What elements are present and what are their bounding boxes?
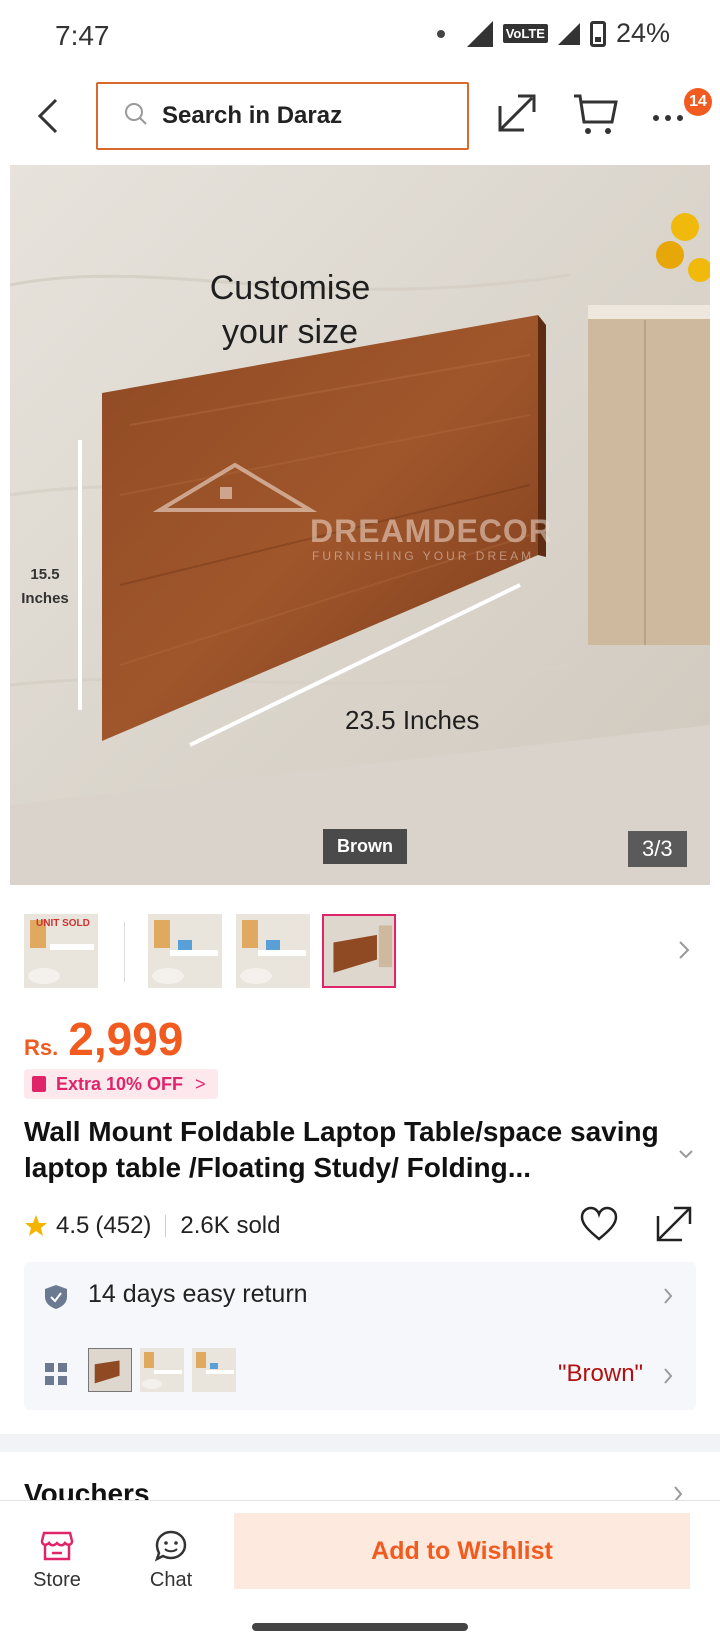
- shield-icon: [45, 1285, 67, 1309]
- search-placeholder: Search in Daraz: [162, 102, 343, 129]
- section-separator: [0, 1434, 720, 1452]
- rating-value: 4.5: [56, 1212, 90, 1239]
- cart-icon: [574, 94, 618, 134]
- image-caption-line2: your size: [221, 313, 359, 351]
- price-value: 2,999: [68, 1013, 184, 1065]
- return-chevron-icon: [664, 1288, 673, 1304]
- store-icon: [40, 1531, 74, 1561]
- image-counter: 3/3: [628, 831, 687, 867]
- image-caption-line1: Customise: [209, 269, 371, 307]
- product-image[interactable]: Customise your size 15.5 Inches DREAMDEC…: [10, 165, 710, 885]
- battery-icon: [589, 20, 606, 47]
- variant-thumbnail-brown[interactable]: [88, 1348, 132, 1392]
- promo-label: Extra 10% OFF: [56, 1073, 184, 1094]
- status-time: 7:47: [55, 20, 110, 51]
- volte-badge: VoLTE: [502, 24, 548, 43]
- price: Rs. 2,999: [24, 1012, 183, 1066]
- width-dimension-label: 23.5 Inches: [345, 705, 480, 735]
- voucher-icon: [32, 1076, 46, 1092]
- status-bar: 7:47 VoLTE 24%: [0, 0, 720, 70]
- add-to-wishlist-button[interactable]: Add to Wishlist: [234, 1513, 690, 1589]
- thumbnail-divider: [124, 922, 125, 982]
- search-bar[interactable]: Search in Daraz: [96, 82, 469, 150]
- chat-icon: [154, 1530, 187, 1562]
- variants-grid-icon: [45, 1363, 67, 1385]
- store-label: Store: [33, 1569, 81, 1591]
- share-button[interactable]: [496, 92, 538, 134]
- rating-divider: [165, 1215, 167, 1237]
- height-dimension-label: 15.5 Inches: [15, 563, 75, 611]
- wishlist-heart-icon[interactable]: [580, 1206, 618, 1242]
- variant-thumbnail-2[interactable]: [140, 1348, 184, 1392]
- rating-row[interactable]: 4.5 (452) 2.6K sold: [24, 1208, 280, 1244]
- variant-chevron-icon: [664, 1368, 673, 1384]
- selected-variant: "Brown": [558, 1360, 644, 1387]
- thumbnail-strip: UNIT SOLD: [0, 912, 720, 992]
- back-button[interactable]: [32, 96, 68, 136]
- product-share-icon[interactable]: [654, 1204, 694, 1244]
- brand-watermark-tagline: FURNISHING YOUR DREAM: [312, 549, 535, 563]
- star-icon: [24, 1214, 48, 1238]
- chat-button[interactable]: Chat: [134, 1529, 208, 1599]
- status-icons: VoLTE 24%: [436, 18, 670, 49]
- store-button[interactable]: Store: [20, 1529, 94, 1599]
- notification-dot-icon: [436, 29, 445, 38]
- share-icon: [498, 94, 536, 132]
- back-arrow-icon: [37, 98, 58, 134]
- height-unit: Inches: [21, 590, 69, 607]
- top-navigation: Search in Daraz: [0, 78, 720, 154]
- thumbnail-badge: UNIT SOLD: [36, 918, 90, 929]
- review-count: (452): [95, 1212, 152, 1239]
- battery-percent: 24%: [615, 18, 670, 48]
- home-indicator[interactable]: [252, 1623, 468, 1631]
- thumbnail-1[interactable]: UNIT SOLD: [24, 914, 98, 988]
- sold-count: 2.6K sold: [180, 1212, 281, 1239]
- thumbnail-2[interactable]: [148, 914, 222, 988]
- cart-button[interactable]: [572, 92, 618, 136]
- return-policy-row[interactable]: 14 days easy return: [24, 1262, 696, 1328]
- signal-2-icon: [557, 22, 580, 45]
- return-policy-text: 14 days easy return: [88, 1280, 308, 1308]
- service-info-card: 14 days easy return "Brown": [24, 1262, 696, 1410]
- thumbnail-3[interactable]: [236, 914, 310, 988]
- bottom-action-bar: Store Chat Add to Wishlist: [0, 1500, 720, 1650]
- price-currency: Rs.: [24, 1035, 59, 1060]
- expand-title-chevron-icon[interactable]: [678, 1148, 694, 1160]
- chat-label: Chat: [149, 1569, 193, 1591]
- promo-chevron-icon: >: [195, 1073, 206, 1094]
- height-value: 15.5: [30, 566, 60, 583]
- product-title: Wall Mount Foldable Laptop Table/space s…: [24, 1116, 659, 1183]
- variant-thumbnail-3[interactable]: [192, 1348, 236, 1392]
- variant-selector-row[interactable]: "Brown": [24, 1342, 696, 1408]
- cart-count-badge: 14: [684, 88, 712, 116]
- brand-watermark: DREAMDECOR: [310, 513, 553, 549]
- search-icon: [124, 102, 148, 131]
- variant-tag: Brown: [323, 829, 407, 864]
- promo-tag[interactable]: Extra 10% OFF >: [24, 1069, 218, 1099]
- thumbnail-4[interactable]: [322, 914, 396, 988]
- signal-icon: [466, 20, 493, 47]
- thumbnails-next-chevron-icon[interactable]: [676, 938, 692, 962]
